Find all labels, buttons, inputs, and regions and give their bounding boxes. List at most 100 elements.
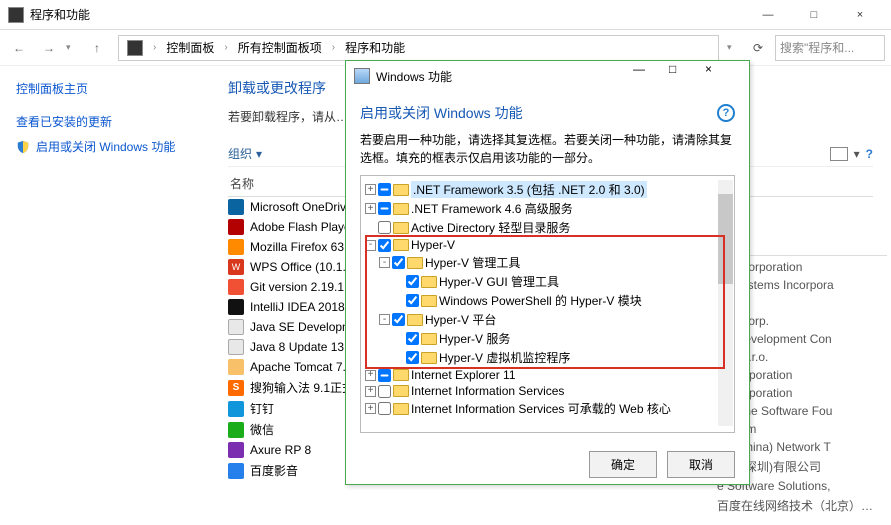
tree-node[interactable]: -Hyper-V 管理工具 (379, 253, 730, 272)
minimize-button[interactable]: — (745, 1, 791, 29)
tree-spacer (393, 352, 404, 363)
tree-node-label: Internet Explorer 11 (411, 368, 516, 382)
tree-node-label: Hyper-V (411, 238, 455, 252)
breadcrumb-item[interactable]: 控制面板 (162, 37, 218, 58)
tree-spacer (393, 295, 404, 306)
app-icon (228, 319, 244, 335)
app-name: 百度影音 (250, 462, 298, 479)
collapse-icon[interactable]: - (379, 257, 390, 268)
back-button[interactable]: ← (6, 35, 32, 61)
dialog-close-button[interactable]: × (705, 62, 741, 90)
app-icon (228, 422, 244, 438)
breadcrumb-root-icon (127, 40, 143, 56)
breadcrumb-item[interactable]: 程序和功能 (341, 37, 409, 58)
tree-node[interactable]: +Internet Information Services 可承载的 Web … (365, 399, 730, 418)
tree-node[interactable]: Windows PowerShell 的 Hyper-V 模块 (393, 291, 730, 310)
tree-node[interactable]: Hyper-V 虚拟机监控程序 (393, 348, 730, 367)
breadcrumb-item[interactable]: 所有控制面板项 (234, 37, 326, 58)
tree-node-label: Hyper-V 服务 (439, 330, 510, 347)
folder-icon (393, 222, 409, 234)
expand-icon[interactable]: + (365, 203, 376, 214)
app-icon (228, 359, 244, 375)
expand-icon[interactable]: + (365, 370, 376, 381)
refresh-button[interactable]: ⟳ (745, 35, 771, 61)
feature-checkbox[interactable] (392, 313, 405, 326)
feature-checkbox[interactable] (406, 294, 419, 307)
app-icon (8, 7, 24, 23)
chevron-right-icon: › (220, 42, 231, 53)
tree-node-label: Hyper-V 平台 (425, 311, 496, 328)
tree-node[interactable]: - Hyper-V 平台 (379, 310, 730, 329)
window-title: 程序和功能 (30, 6, 745, 23)
chevron-down-icon[interactable]: ▾ (256, 147, 262, 161)
expand-icon[interactable]: + (365, 184, 376, 195)
sidebar-link-windows-features[interactable]: 启用或关闭 Windows 功能 (36, 138, 175, 155)
view-options-icon[interactable] (830, 147, 848, 161)
chevron-down-icon[interactable]: ▾ (854, 147, 860, 161)
organize-button[interactable]: 组织 (228, 145, 252, 162)
app-icon (228, 199, 244, 215)
breadcrumb[interactable]: › 控制面板 › 所有控制面板项 › 程序和功能 (118, 35, 719, 61)
feature-checkbox[interactable] (378, 239, 391, 252)
feature-checkbox[interactable] (392, 256, 405, 269)
folder-icon (393, 369, 409, 381)
feature-checkbox[interactable] (406, 332, 419, 345)
tree-node[interactable]: Hyper-V GUI 管理工具 (393, 272, 730, 291)
history-dropdown-icon[interactable]: ▾ (66, 42, 80, 53)
folder-icon (421, 295, 437, 307)
app-name: Git version 2.19.1 (250, 280, 344, 294)
feature-checkbox[interactable] (378, 402, 391, 415)
feature-checkbox[interactable] (378, 183, 391, 196)
tree-node[interactable]: Hyper-V 服务 (393, 329, 730, 348)
dialog-description: 若要启用一种功能，请选择其复选框。若要关闭一种功能，请清除其复选框。填充的框表示… (360, 131, 735, 167)
dialog-titlebar: Windows 功能 — □ × (346, 61, 749, 91)
folder-icon (393, 184, 409, 196)
up-button[interactable]: ↑ (84, 35, 110, 61)
app-icon (228, 442, 244, 458)
feature-checkbox[interactable] (378, 221, 391, 234)
maximize-button[interactable]: □ (791, 1, 837, 29)
shield-icon (16, 140, 30, 154)
app-icon (228, 219, 244, 235)
cancel-button[interactable]: 取消 (667, 451, 735, 478)
features-tree[interactable]: +.NET Framework 3.5 (包括 .NET 2.0 和 3.0)+… (360, 175, 735, 433)
ok-button[interactable]: 确定 (589, 451, 657, 478)
scrollbar[interactable] (718, 180, 733, 426)
windows-features-dialog: Windows 功能 — □ × 启用或关闭 Windows 功能 ? 若要启用… (345, 60, 750, 485)
tree-node[interactable]: Active Directory 轻型目录服务 (365, 218, 730, 237)
collapse-icon[interactable]: - (365, 240, 376, 251)
close-button[interactable]: × (837, 1, 883, 29)
folder-icon (407, 257, 423, 269)
collapse-icon[interactable]: - (379, 314, 390, 325)
feature-checkbox[interactable] (406, 351, 419, 364)
search-input[interactable]: 搜索"程序和... (775, 35, 885, 61)
expand-icon[interactable]: + (365, 403, 376, 414)
forward-button[interactable]: → (36, 35, 62, 61)
feature-checkbox[interactable] (378, 385, 391, 398)
publisher-name: 百度在线网络技术（北京）… (717, 495, 887, 516)
tree-node[interactable]: - Hyper-V (365, 237, 730, 253)
dialog-maximize-button[interactable]: □ (669, 62, 705, 90)
address-dropdown-icon[interactable]: ▾ (727, 42, 741, 53)
feature-checkbox[interactable] (406, 275, 419, 288)
chevron-right-icon: › (328, 42, 339, 53)
sidebar-link-updates[interactable]: 查看已安装的更新 (16, 113, 194, 130)
tree-node[interactable]: +Internet Information Services (365, 383, 730, 399)
expand-icon[interactable]: + (365, 386, 376, 397)
tree-node[interactable]: +.NET Framework 4.6 高级服务 (365, 199, 730, 218)
tree-node[interactable]: + Internet Explorer 11 (365, 367, 730, 383)
app-name: Microsoft OneDrive (250, 200, 353, 214)
feature-checkbox[interactable] (378, 202, 391, 215)
folder-icon (421, 333, 437, 345)
dialog-app-icon (354, 68, 370, 84)
tree-node-label: .NET Framework 3.5 (包括 .NET 2.0 和 3.0) (411, 181, 647, 198)
feature-checkbox[interactable] (378, 369, 391, 382)
app-icon (228, 299, 244, 315)
help-icon[interactable]: ? (717, 104, 735, 122)
help-icon[interactable]: ? (866, 147, 873, 161)
dialog-minimize-button[interactable]: — (633, 62, 669, 90)
app-icon: S (228, 380, 244, 396)
control-panel-home-link[interactable]: 控制面板主页 (16, 80, 194, 97)
tree-node[interactable]: + .NET Framework 3.5 (包括 .NET 2.0 和 3.0) (365, 180, 730, 199)
app-name: Axure RP 8 (250, 443, 311, 457)
